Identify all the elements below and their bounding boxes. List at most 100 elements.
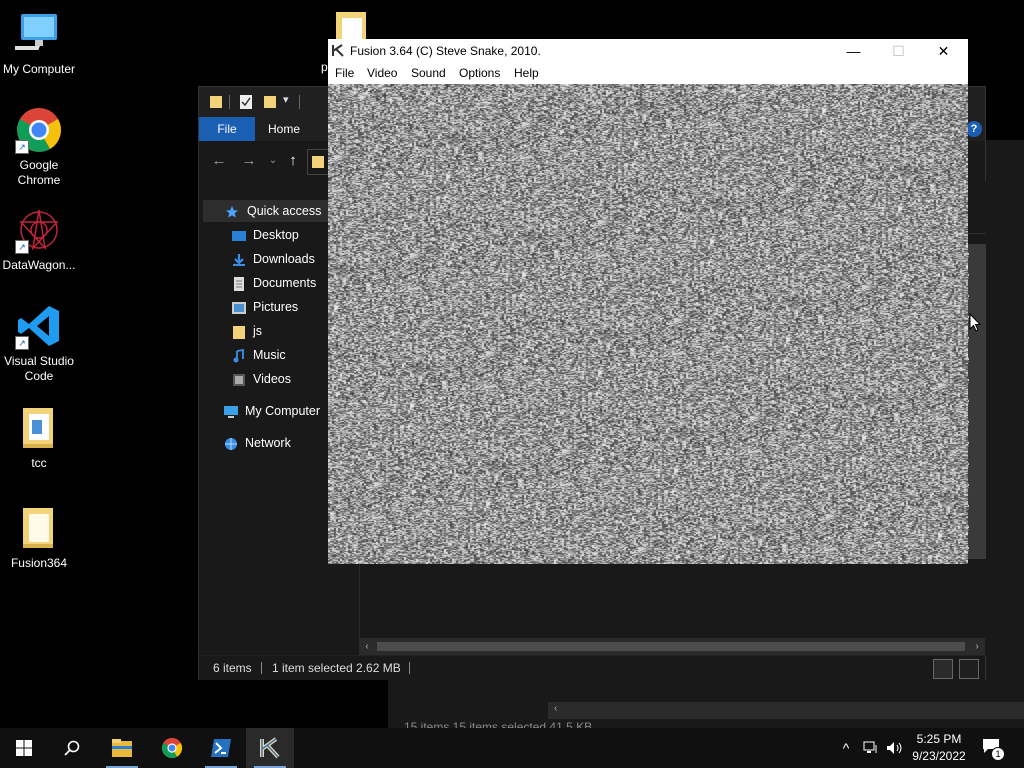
nav-item-documents[interactable]: Documents (231, 272, 316, 294)
menu-video[interactable]: Video (367, 66, 397, 80)
nav-item-music[interactable]: Music (231, 344, 286, 366)
network-icon (223, 436, 239, 450)
menu-options[interactable]: Options (459, 66, 500, 80)
nav-item-desktop[interactable]: Desktop (231, 224, 299, 246)
nav-label: js (253, 324, 263, 338)
new-folder-icon[interactable] (263, 95, 277, 109)
taskbar-chrome[interactable] (148, 728, 196, 768)
clock-date: 9/23/2022 (912, 749, 966, 763)
taskbar: ^ 5:25 PM 9/23/2022 1 (0, 728, 1024, 768)
forward-arrow-icon[interactable]: → (239, 151, 259, 171)
desktop-icon-label: Fusion364 (10, 556, 68, 570)
help-icon[interactable]: ? (966, 121, 982, 137)
shortcut-arrow-icon: ↗ (15, 336, 29, 350)
file-explorer-icon (112, 739, 132, 757)
desktop-icon (231, 228, 247, 242)
properties-icon[interactable] (239, 94, 253, 110)
fusion-app-icon (260, 737, 280, 759)
folder-icon (312, 156, 324, 168)
maximize-icon[interactable]: ☐ (876, 39, 921, 63)
window-title: Fusion 3.64 (C) Steve Snake, 2010. (350, 44, 541, 58)
desktop-icon-datawagon[interactable]: ↗ DataWagon... (0, 206, 78, 273)
folder-icon (231, 324, 247, 339)
scroll-left-icon[interactable]: ‹ (554, 703, 557, 714)
taskbar-powershell[interactable] (197, 728, 245, 768)
separator (229, 95, 230, 109)
desktop-icon-chrome[interactable]: ↗ Google Chrome (0, 106, 78, 188)
pictures-icon (231, 300, 247, 314)
nav-label: Quick access (247, 204, 322, 218)
horizontal-scrollbar[interactable]: ‹ › (359, 638, 985, 655)
menu-sound[interactable]: Sound (411, 66, 446, 80)
large-icons-view-icon[interactable] (959, 659, 979, 679)
search-button[interactable] (48, 728, 96, 768)
tab-home[interactable]: Home (259, 117, 309, 141)
up-arrow-icon[interactable]: ↑ (283, 151, 303, 171)
taskbar-fusion[interactable] (246, 728, 294, 768)
menu-help[interactable]: Help (514, 66, 539, 80)
download-icon (231, 252, 247, 266)
emulator-screen[interactable] (328, 84, 968, 564)
item-count: 6 items (213, 661, 252, 675)
minimize-icon[interactable]: — (831, 39, 876, 63)
folder-icon (336, 12, 366, 42)
nav-item-network[interactable]: Network (223, 432, 291, 454)
menu-bar: File Video Sound Options Help (328, 63, 968, 84)
fusion-emulator-window[interactable]: Fusion 3.64 (C) Steve Snake, 2010. — ☐ ✕… (328, 39, 968, 564)
scroll-right-icon[interactable]: › (969, 638, 985, 655)
selection-info: 1 item selected 2.62 MB (272, 661, 401, 675)
horizontal-scrollbar[interactable] (548, 702, 1024, 719)
scrollbar-thumb[interactable] (377, 642, 965, 651)
shortcut-arrow-icon: ↗ (15, 140, 29, 154)
separator (299, 95, 300, 109)
desktop-icon-partial[interactable] (334, 12, 368, 42)
recent-locations-icon[interactable]: ⌄ (263, 151, 283, 171)
separator (409, 662, 410, 674)
computer-icon (12, 10, 63, 58)
desktop-icon-vscode[interactable]: ↗ Visual Studio Code (0, 302, 78, 384)
nav-label: Pictures (253, 300, 299, 314)
notification-count-badge: 1 (991, 747, 1005, 761)
nav-label: Downloads (253, 252, 315, 266)
document-icon (231, 276, 247, 291)
desktop-icon-label: Visual Studio Code (4, 354, 74, 383)
mouse-cursor-icon (969, 313, 981, 332)
nav-item-js[interactable]: js (231, 320, 262, 342)
fusion-app-icon (332, 44, 344, 57)
desktop-icon-label: My Computer (2, 62, 76, 76)
datawagon-icon: ↗ (15, 206, 63, 254)
start-button[interactable] (0, 728, 48, 768)
nav-label: Desktop (253, 228, 299, 242)
vscode-icon: ↗ (15, 302, 63, 350)
folder-icon[interactable] (209, 95, 223, 109)
nav-item-pictures[interactable]: Pictures (231, 296, 298, 318)
video-icon (231, 372, 247, 386)
windows-logo-icon (16, 740, 32, 756)
close-icon[interactable]: ✕ (921, 39, 966, 63)
customize-toolbar-icon[interactable]: ▾ (283, 93, 289, 106)
network-status-icon[interactable] (862, 738, 880, 758)
taskbar-file-explorer[interactable] (98, 728, 146, 768)
nav-label: Documents (253, 276, 317, 290)
scroll-left-icon[interactable]: ‹ (359, 638, 375, 655)
nav-label: My Computer (245, 404, 321, 418)
system-clock[interactable]: 5:25 PM 9/23/2022 (902, 731, 976, 765)
folder-icon (15, 504, 63, 552)
nav-item-downloads[interactable]: Downloads (231, 248, 315, 270)
menu-file[interactable]: File (335, 66, 354, 80)
chrome-icon (161, 737, 183, 759)
details-view-icon[interactable] (933, 659, 953, 679)
nav-item-videos[interactable]: Videos (231, 368, 291, 390)
desktop-icon-tcc[interactable]: tcc (0, 404, 78, 471)
title-bar[interactable]: Fusion 3.64 (C) Steve Snake, 2010. — ☐ ✕ (328, 39, 968, 63)
desktop-icon-my-computer[interactable]: My Computer (0, 10, 78, 77)
nav-item-my-computer[interactable]: My Computer (223, 400, 320, 422)
clock-time: 5:25 PM (916, 732, 962, 746)
show-hidden-icons-icon[interactable]: ^ (837, 738, 855, 758)
notification-center-button[interactable]: 1 (982, 738, 1005, 761)
desktop-icon-fusion364[interactable]: Fusion364 (0, 504, 78, 571)
back-arrow-icon[interactable]: ← (209, 151, 229, 171)
star-icon (225, 204, 241, 218)
tab-file[interactable]: File (199, 117, 255, 141)
folder-icon (15, 404, 63, 452)
